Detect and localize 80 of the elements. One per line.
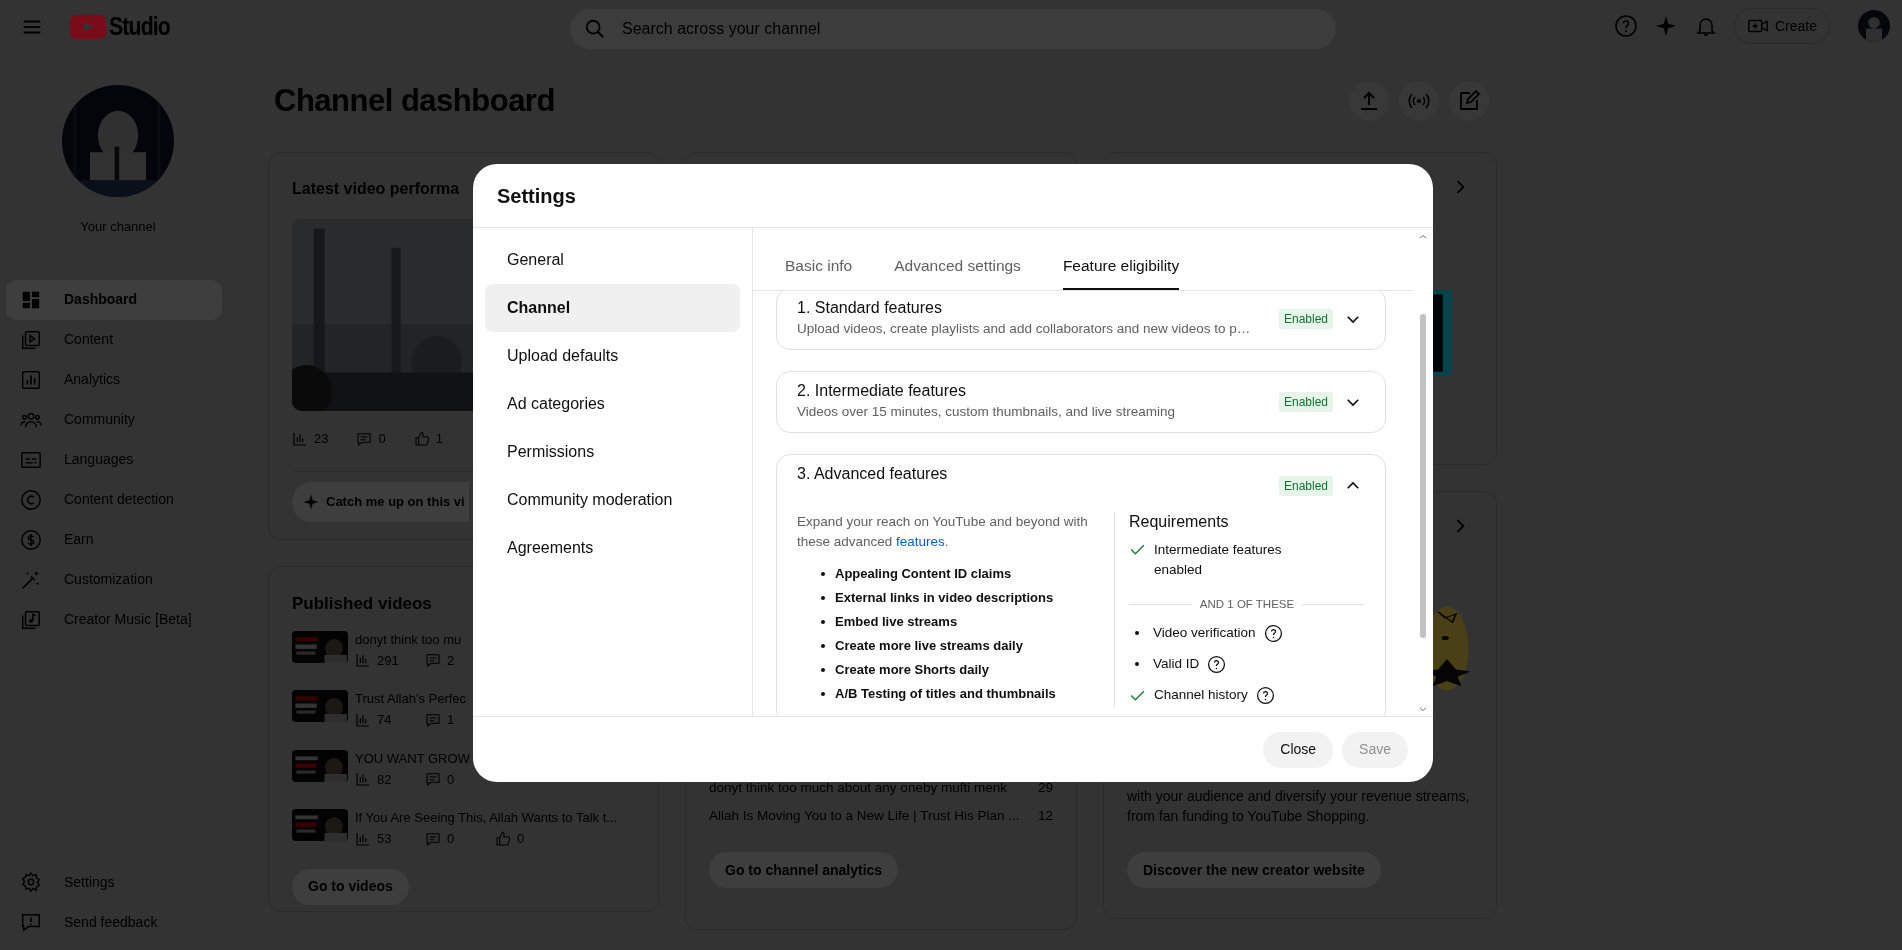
separator-label: AND 1 OF THESE (1199, 597, 1295, 611)
bar-chart-icon (355, 711, 371, 728)
status-badge: Enabled (1278, 476, 1333, 496)
creator-website-button[interactable]: Discover the new creator website (1127, 852, 1381, 888)
thumbs-up-icon (413, 430, 430, 447)
tab[interactable]: Feature eligibility (1062, 250, 1180, 290)
sidebar-item[interactable]: Dashboard (6, 279, 222, 320)
comment-icon (425, 771, 441, 788)
dialog-title: Settings (497, 183, 576, 209)
ai-summary-button[interactable]: Catch me up on this vi (292, 481, 469, 522)
chevron-down-icon[interactable] (1418, 704, 1428, 714)
dialog-button[interactable]: Close (1263, 731, 1334, 768)
scrollbar-thumb[interactable] (1420, 314, 1426, 638)
help-button[interactable] (1613, 14, 1638, 38)
help-icon (1613, 14, 1638, 38)
comment-icon (425, 830, 441, 847)
edit-icon (1457, 89, 1481, 113)
requirement-label: Intermediate features enabled (1154, 541, 1283, 579)
dialog-button: Save (1342, 731, 1408, 768)
music-note-icon (20, 608, 42, 631)
comment-icon (356, 430, 373, 447)
bar-chart-icon (355, 652, 371, 669)
tab[interactable]: Basic info (785, 250, 853, 290)
settings-nav-item[interactable]: Upload defaults (485, 332, 740, 380)
comment-icon (425, 711, 441, 728)
copyright-icon (20, 488, 42, 511)
bar-chart-icon (355, 830, 371, 847)
features-link[interactable]: features (896, 534, 945, 549)
status-badge: Enabled (1278, 309, 1333, 329)
bullet-icon (821, 692, 825, 696)
settings-nav-item[interactable]: General (485, 236, 740, 284)
video-library-icon (20, 328, 42, 351)
benefit-item: Embed live streams (835, 613, 958, 631)
settings-nav-item[interactable]: Community moderation (485, 476, 740, 524)
settings-icon (20, 871, 42, 893)
feature-intro: Expand your reach on YouTube and beyond with these advanced features. (797, 513, 1089, 551)
create-post-button[interactable] (1449, 81, 1489, 121)
settings-nav-item[interactable]: Agreements (485, 524, 740, 572)
settings-nav-item[interactable]: Permissions (485, 428, 740, 476)
help-icon[interactable] (1263, 623, 1283, 643)
bar-chart-icon (20, 368, 42, 391)
benefit-item: Appealing Content ID claims (835, 565, 1012, 583)
channel-analytics-button[interactable]: Go to channel analytics (709, 852, 899, 888)
requirements-title: Requirements (1129, 512, 1230, 532)
requirement-label: Video verification (1153, 624, 1256, 642)
bar-chart-icon (355, 771, 371, 788)
benefit-item: A/B Testing of titles and thumbnails (835, 685, 1056, 703)
status-badge: Enabled (1278, 392, 1333, 412)
benefit-item: Create more live streams daily (835, 637, 1023, 655)
bullet-icon (821, 668, 825, 672)
bullet-icon (821, 620, 825, 624)
bar-chart-icon (292, 430, 308, 447)
settings-nav-item[interactable]: Channel (485, 284, 740, 332)
feedback-icon (20, 911, 42, 933)
tab[interactable]: Advanced settings (894, 250, 1021, 290)
upload-button[interactable] (1349, 81, 1389, 121)
bullet-icon (821, 572, 825, 576)
feature-title: 2. Intermediate features (797, 381, 967, 401)
requirement-label: Valid ID (1153, 655, 1200, 673)
magic-wand-icon (20, 568, 42, 591)
go-to-videos-button[interactable]: Go to videos (292, 868, 409, 905)
help-icon[interactable] (1255, 685, 1275, 705)
bullet-icon (821, 596, 825, 600)
feature-title: 3. Advanced features (797, 464, 949, 484)
chevron-up-icon[interactable] (1418, 232, 1428, 242)
help-icon[interactable] (1207, 654, 1227, 674)
thumbs-up-icon (495, 830, 511, 847)
settings-nav-item[interactable]: Ad categories (485, 380, 740, 428)
benefit-item: Create more Shorts daily (835, 661, 989, 679)
dollar-icon (20, 528, 42, 551)
bullet-icon (821, 644, 825, 648)
feature-title: 1. Standard features (797, 298, 943, 318)
go-live-button[interactable] (1399, 81, 1439, 121)
feature-description: Upload videos, create playlists and add collaborators and new videos to p… (797, 320, 1252, 338)
benefit-item: External links in video descriptions (835, 589, 1054, 607)
feature-description: Videos over 15 minutes, custom thumbnails, and live streaming (797, 403, 1176, 421)
search-field[interactable]: Search across your channel (570, 9, 1336, 49)
play-logo-icon (70, 15, 106, 39)
requirement-label: Channel history (1154, 686, 1248, 704)
comment-icon (425, 652, 441, 669)
